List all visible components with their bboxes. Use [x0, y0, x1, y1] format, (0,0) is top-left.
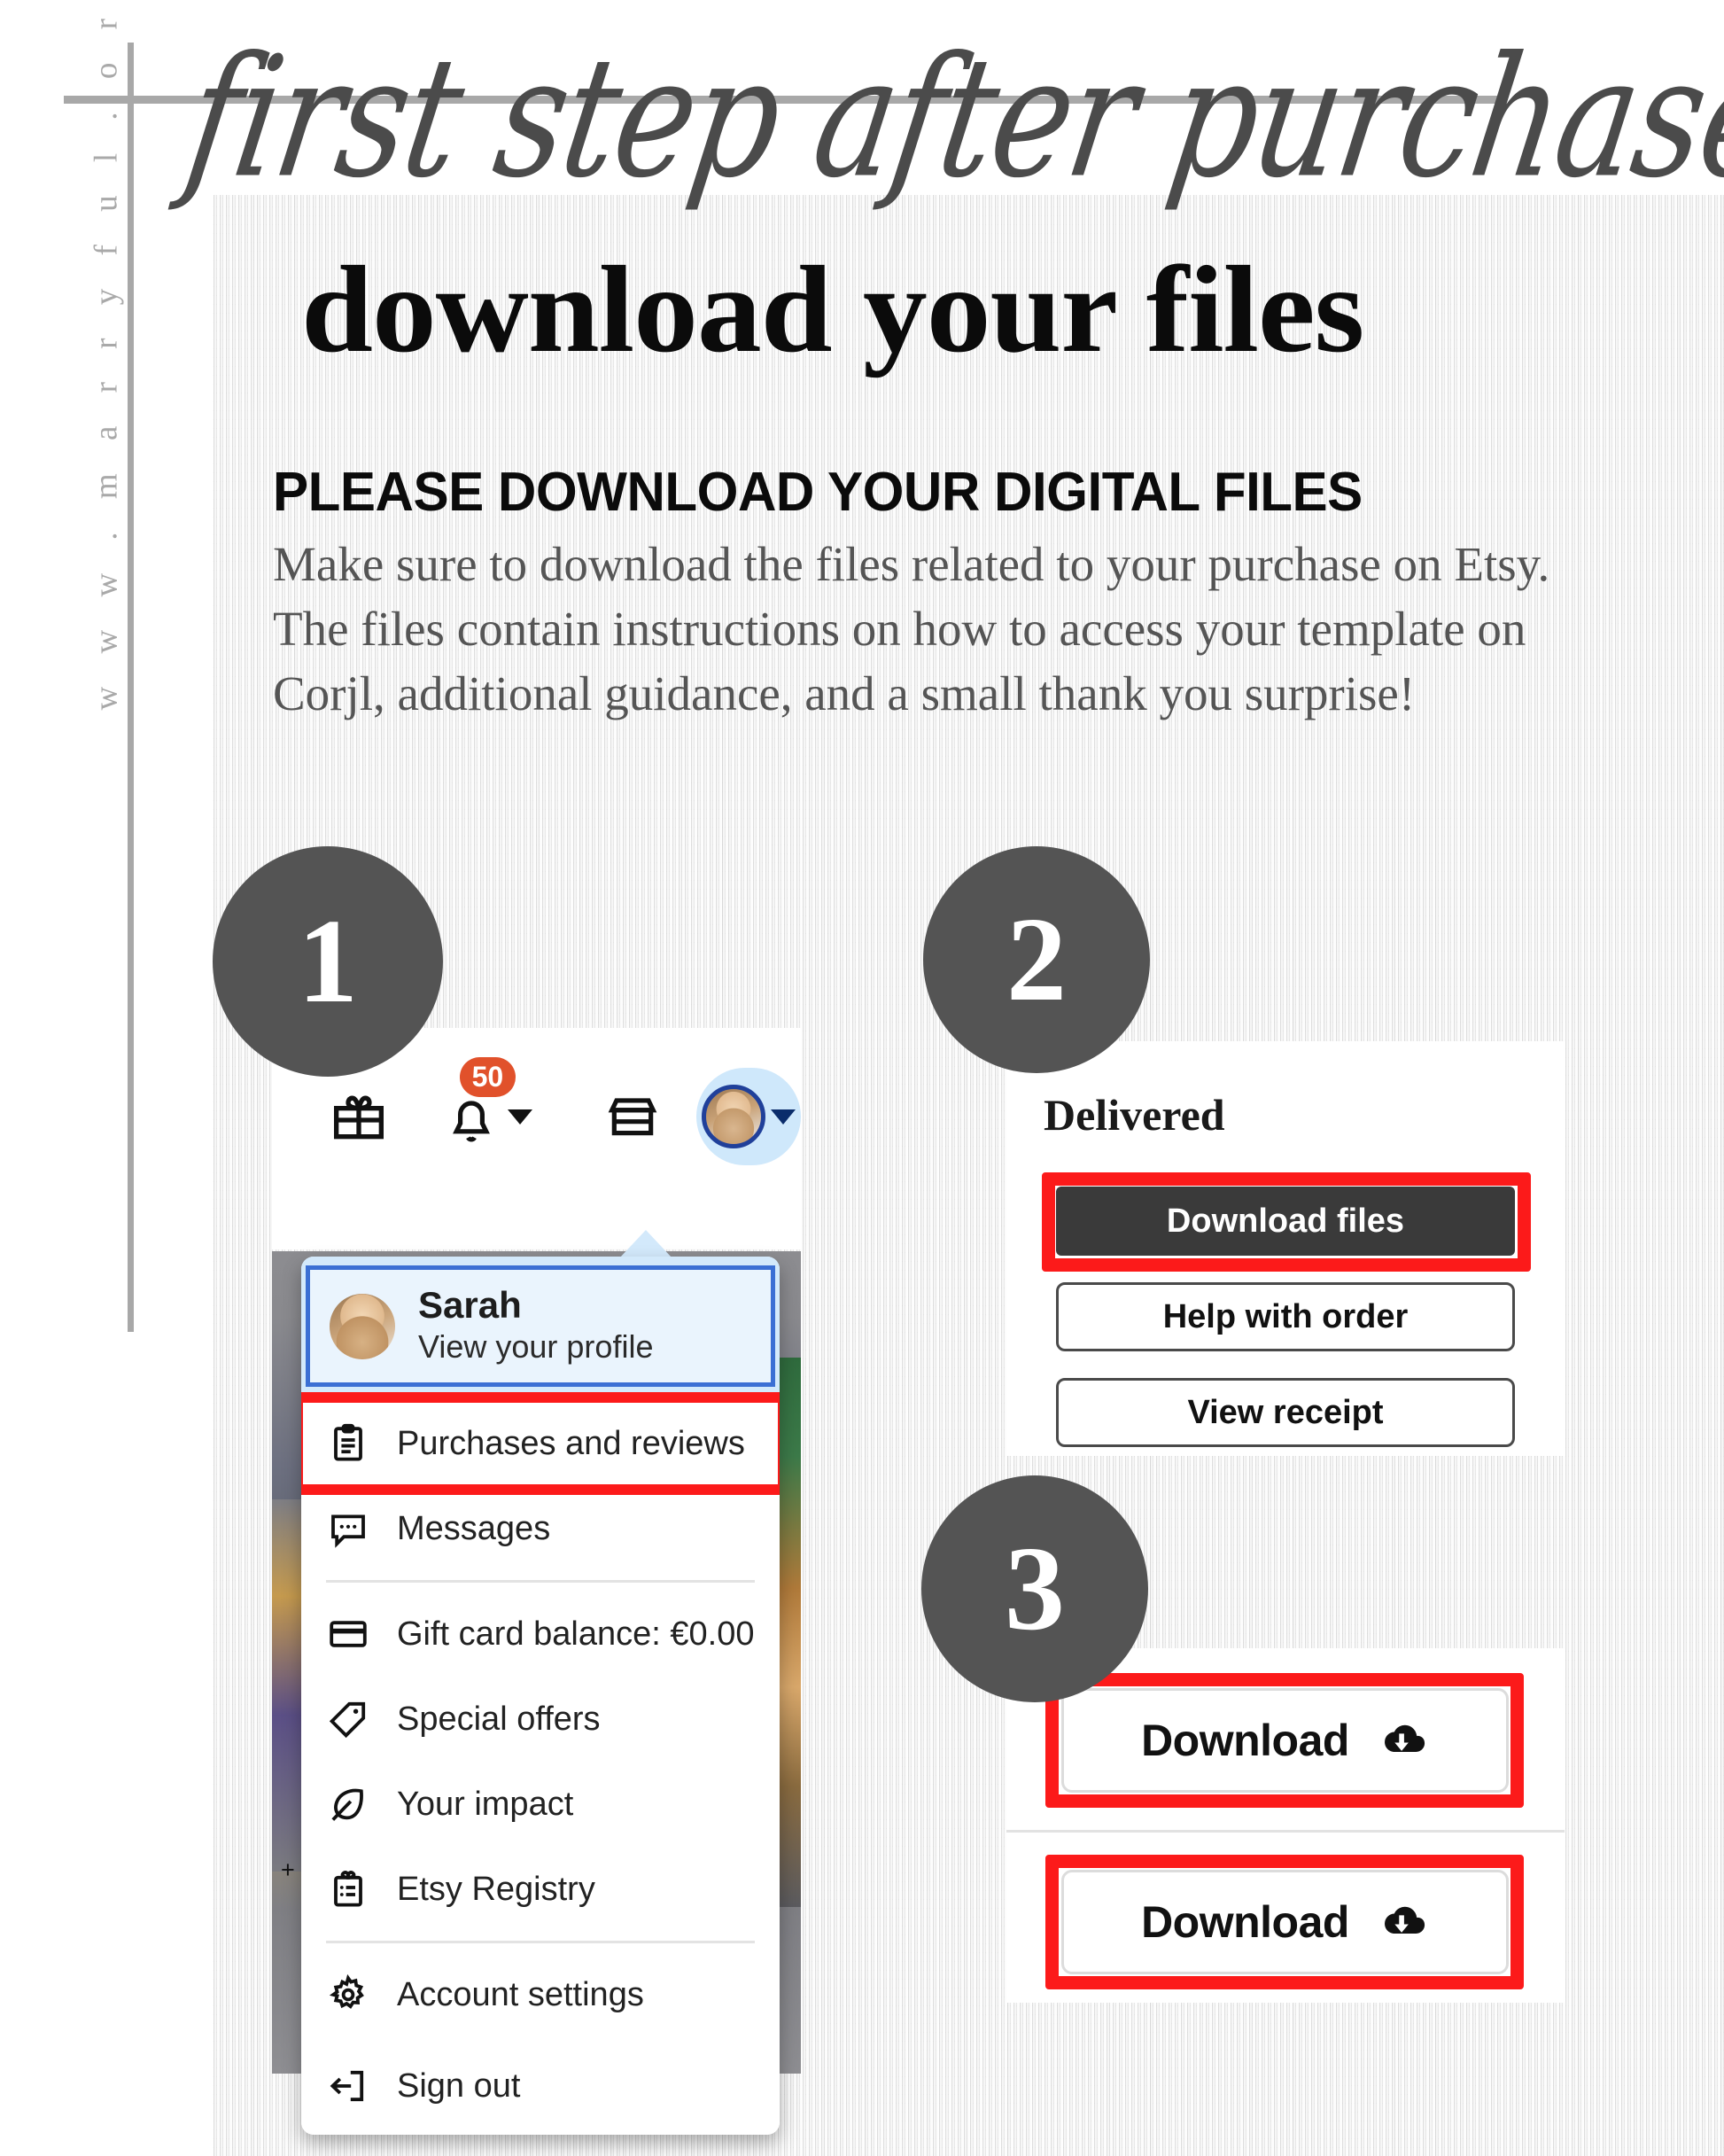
menu-divider: [326, 1580, 755, 1584]
gift-list-icon: [326, 1867, 370, 1911]
poster-canvas: w w w . m a r r y f u l . o r g first st…: [0, 0, 1724, 2156]
script-heading: first step after purchase:: [175, 22, 1724, 215]
chevron-down-icon-account[interactable]: [770, 1109, 796, 1125]
profile-avatar: [330, 1293, 395, 1359]
download-button-label: Download: [1141, 1716, 1349, 1765]
shop-icon[interactable]: [602, 1084, 664, 1149]
step-number-3: 3: [921, 1475, 1148, 1702]
gift-icon[interactable]: [328, 1084, 391, 1149]
menu-item-gift-card-balance[interactable]: Gift card balance: €0.00: [301, 1592, 780, 1677]
clipboard-icon: [326, 1421, 370, 1466]
menu-divider: [326, 1941, 755, 1944]
download-button-label: Download: [1141, 1897, 1349, 1947]
menu-item-label: Sign out: [397, 2066, 521, 2105]
gear-icon: [326, 1973, 370, 2017]
sub-heading: PLEASE DOWNLOAD YOUR DIGITAL FILES: [273, 462, 1363, 523]
speech-bubble-icon: [326, 1506, 370, 1551]
menu-item-label: Account settings: [397, 1975, 644, 2013]
profile-section: Sarah View your profile: [301, 1257, 780, 1402]
download-button-2[interactable]: Download: [1061, 1870, 1509, 1974]
step-number-1: 1: [213, 846, 443, 1077]
menu-item-label: Special offers: [397, 1700, 601, 1738]
menu-item-account-settings[interactable]: Account settings: [301, 1952, 780, 2038]
profile-subtitle: View your profile: [418, 1328, 654, 1366]
menu-item-your-impact[interactable]: Your impact: [301, 1762, 780, 1848]
order-status-screenshot: Delivered Download files Help with order…: [1006, 1041, 1565, 1456]
profile-name: Sarah: [418, 1284, 522, 1326]
bell-icon[interactable]: 50: [440, 1057, 516, 1149]
menu-item-label: Messages: [397, 1509, 551, 1547]
avatar-button[interactable]: [695, 1068, 801, 1165]
website-url-vertical: w w w . m a r r y f u l . o r g: [88, 0, 125, 711]
page-title: download your files: [301, 241, 1364, 378]
leaf-icon: [326, 1782, 370, 1826]
credit-card-icon: [326, 1612, 370, 1656]
vertical-rule: [128, 43, 134, 1332]
menu-item-special-offers[interactable]: Special offers: [301, 1677, 780, 1763]
sign-out-icon: [326, 2064, 370, 2108]
avatar: [701, 1085, 765, 1148]
cloud-download-icon: [1374, 1717, 1429, 1763]
chevron-down-icon-notifications[interactable]: [508, 1109, 533, 1125]
dropdown-pointer: [619, 1230, 672, 1258]
corjl-download-screenshot: Download Download: [1006, 1648, 1565, 2003]
menu-item-purchases-and-reviews[interactable]: Purchases and reviews: [301, 1392, 780, 1496]
menu-item-messages[interactable]: Messages: [301, 1486, 780, 1572]
view-receipt-button[interactable]: View receipt: [1056, 1378, 1515, 1447]
section-divider: [1006, 1830, 1565, 1833]
menu-item-label: Gift card balance: €0.00: [397, 1615, 755, 1653]
step-number-2: 2: [923, 846, 1150, 1073]
menu-item-label: Purchases and reviews: [397, 1424, 745, 1462]
help-with-order-button[interactable]: Help with order: [1056, 1282, 1515, 1351]
notification-badge: 50: [459, 1057, 516, 1097]
price-tag-icon: [326, 1697, 370, 1741]
menu-item-etsy-registry[interactable]: Etsy Registry: [301, 1847, 780, 1933]
menu-item-label: Your impact: [397, 1785, 574, 1823]
body-paragraph: Make sure to download the files related …: [273, 537, 1550, 721]
download-files-button[interactable]: Download files: [1056, 1187, 1515, 1256]
order-status-label: Delivered: [1044, 1090, 1225, 1140]
account-dropdown-menu: Sarah View your profile Purchases and re: [301, 1257, 780, 2136]
menu-item-sign-out[interactable]: Sign out: [301, 2037, 780, 2136]
etsy-topbar-icons: 50: [272, 1057, 801, 1165]
menu-item-label: Etsy Registry: [397, 1870, 595, 1908]
cloud-download-icon: [1374, 1899, 1429, 1945]
view-profile-item[interactable]: Sarah View your profile: [306, 1265, 775, 1388]
etsy-account-menu-screenshot: 50 + r an Sarah View your profile Purcha…: [272, 1028, 801, 2136]
download-button-1[interactable]: Download: [1061, 1688, 1509, 1793]
